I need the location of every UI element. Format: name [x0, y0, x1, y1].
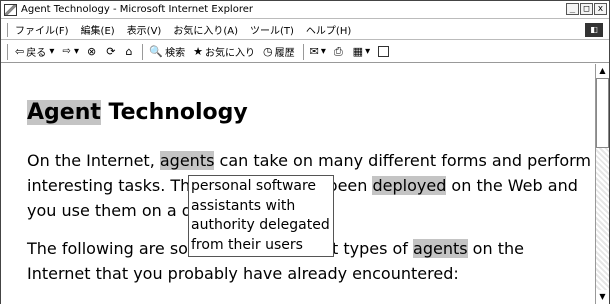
mail-button[interactable]: ✉ ▾	[310, 45, 326, 58]
back-dropdown-icon: ▾	[46, 46, 55, 57]
refresh-icon: ⟳	[106, 45, 116, 58]
history-label: 履歴	[274, 48, 295, 59]
search-button[interactable]: 🔍 検索	[149, 44, 185, 59]
print-icon: ⎙	[333, 44, 343, 58]
back-arrow-icon: ⇦	[15, 45, 25, 58]
ie-logo-icon: ◧	[585, 23, 603, 37]
text-run: On the Internet,	[27, 151, 160, 170]
print-button[interactable]: ⎙	[334, 45, 345, 59]
favorites-button[interactable]: ★ お気に入り	[193, 44, 255, 59]
back-button[interactable]: ⇦ 戻る ▾	[15, 44, 54, 59]
menu-help[interactable]: ヘルプ(H)	[306, 22, 351, 37]
scroll-down-icon[interactable]: ▼	[596, 290, 609, 304]
toolbar-grip	[7, 43, 9, 60]
definition-tooltip: personal software assistants with author…	[188, 175, 334, 257]
window-title: Agent Technology - Microsoft Internet Ex…	[21, 4, 253, 15]
stop-button[interactable]: ⊗	[87, 45, 98, 58]
favorites-icon: ★	[193, 45, 203, 58]
menu-edit[interactable]: 編集(E)	[81, 22, 115, 37]
home-icon: ⌂	[125, 45, 133, 58]
discuss-icon[interactable]	[378, 46, 390, 57]
vertical-scrollbar[interactable]: ▲ ▼	[595, 64, 609, 304]
toolbar-separator	[142, 43, 144, 60]
mail-icon: ✉	[309, 45, 319, 58]
edit-button[interactable]: ▦ ▾	[353, 45, 370, 58]
page-title: Agent Technology	[27, 100, 248, 125]
search-label: 検索	[165, 48, 186, 59]
menu-file[interactable]: ファイル(F)	[15, 22, 69, 37]
stop-icon: ⊗	[87, 45, 97, 58]
highlighted-term[interactable]: Agent	[27, 100, 101, 125]
edit-icon: ▦	[352, 45, 364, 58]
menu-grip	[7, 22, 9, 37]
page-title-rest: Technology	[100, 100, 248, 125]
back-label: 戻る	[26, 48, 47, 59]
toolbar-separator	[302, 43, 304, 60]
title-bar: Agent Technology - Microsoft Internet Ex…	[1, 1, 609, 19]
menu-bar: ファイル(F) 編集(E) 表示(V) お気に入り(A) ツール(T) ヘルプ(…	[1, 20, 609, 40]
menu-view[interactable]: 表示(V)	[127, 22, 162, 37]
history-button[interactable]: ◷ 履歴	[263, 44, 295, 59]
refresh-button[interactable]: ⟳	[106, 45, 117, 58]
toolbar: ⇦ 戻る ▾ ⇨ ▾ ⊗ ⟳ ⌂ 🔍 検索 ★ お気に入り ◷ 履歴 ✉ ▾ ⎙ …	[1, 41, 609, 63]
search-icon: 🔍	[149, 45, 164, 58]
favorites-label: お気に入り	[205, 48, 255, 59]
highlighted-term[interactable]: agents	[159, 151, 215, 170]
scroll-up-icon[interactable]: ▲	[596, 64, 609, 78]
window-controls: _ □ x	[565, 3, 607, 15]
ie-app-icon	[4, 3, 17, 16]
home-button[interactable]: ⌂	[125, 45, 134, 58]
browser-window: Agent Technology - Microsoft Internet Ex…	[0, 0, 610, 304]
minimize-button[interactable]: _	[566, 3, 579, 15]
forward-button[interactable]: ⇨ ▾	[62, 46, 79, 57]
menu-favorites[interactable]: お気に入り(A)	[173, 22, 238, 37]
maximize-button[interactable]: □	[580, 3, 593, 15]
highlighted-term[interactable]: deployed	[372, 176, 447, 195]
history-icon: ◷	[263, 45, 273, 58]
scrollbar-thumb[interactable]	[596, 78, 609, 148]
close-button[interactable]: x	[594, 3, 607, 15]
menu-tools[interactable]: ツール(T)	[250, 22, 294, 37]
highlighted-term[interactable]: agents	[413, 239, 468, 258]
